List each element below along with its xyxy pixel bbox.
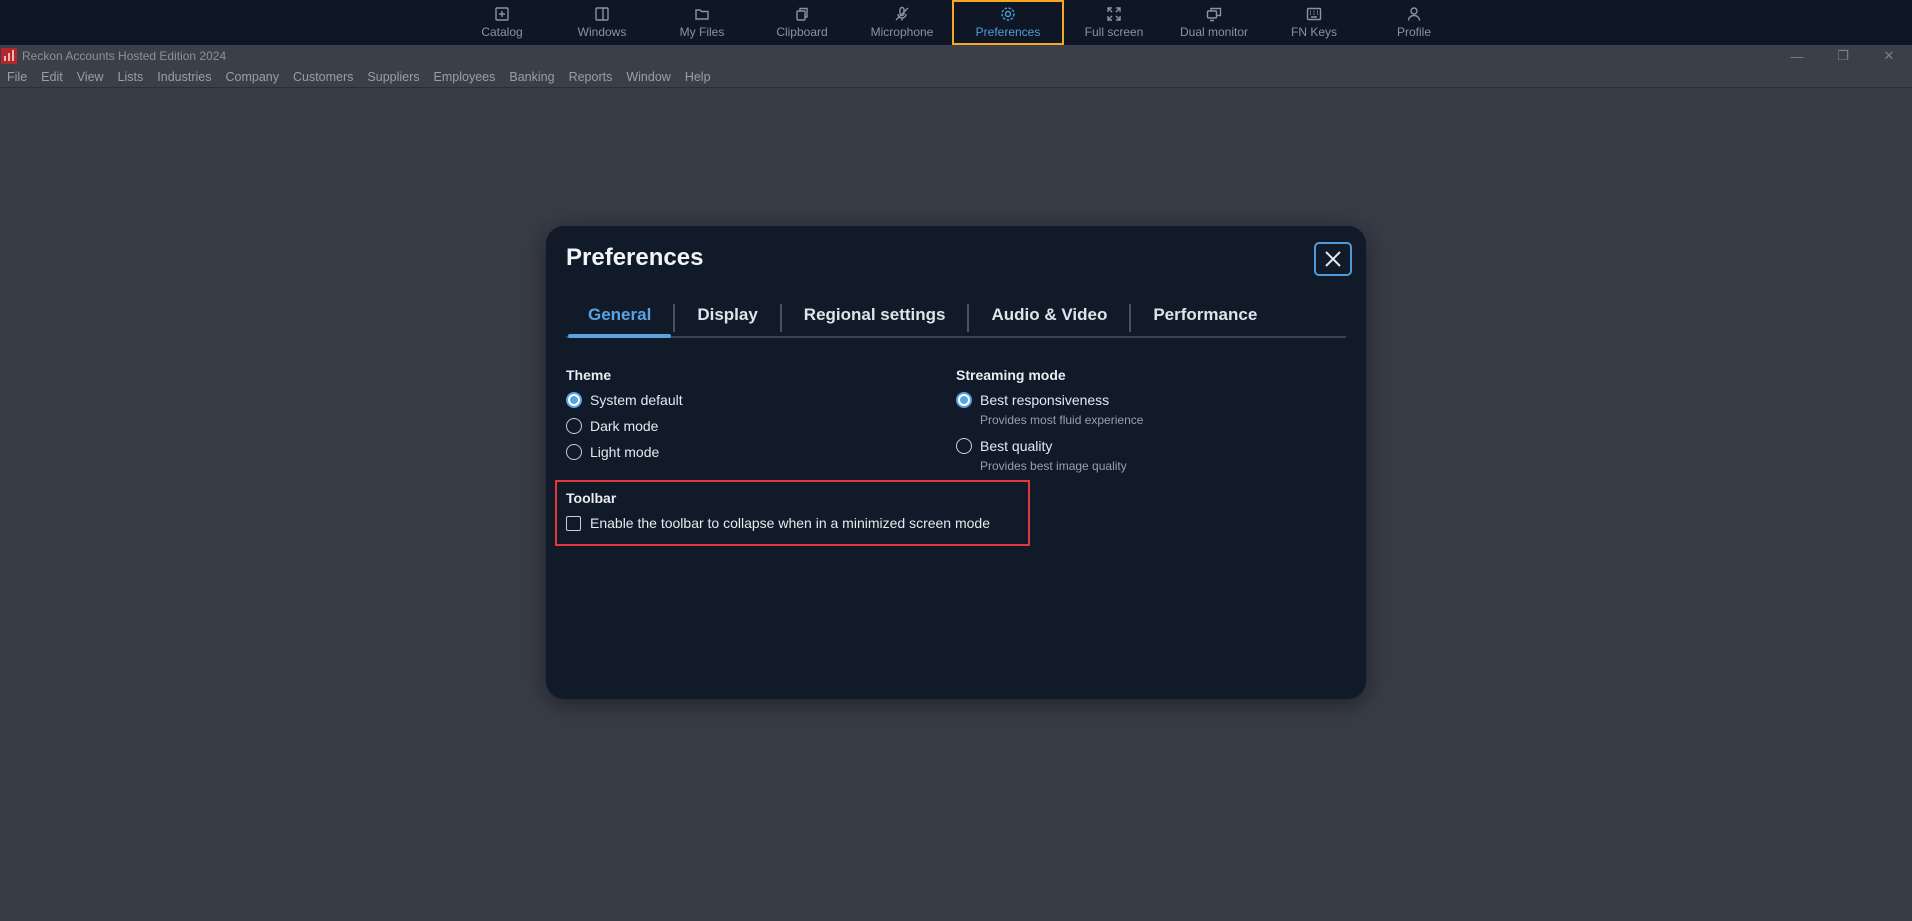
toolbar-item-label: Windows: [577, 25, 627, 39]
toolbar-item-label: Profile: [1396, 25, 1431, 39]
streaming-best-quality-radio[interactable]: Best quality: [956, 438, 1052, 454]
close-window-button[interactable]: ✕: [1866, 45, 1912, 67]
preferences-tabs: General Display Regional settings Audio …: [566, 302, 1346, 338]
toolbar-fnkeys-button[interactable]: FN Keys: [1264, 0, 1364, 45]
radio-label: System default: [590, 392, 683, 408]
menu-edit[interactable]: Edit: [34, 70, 70, 84]
theme-system-default-radio[interactable]: System default: [566, 392, 683, 408]
catalog-icon: [495, 7, 509, 21]
toolbar-fullscreen-button[interactable]: Full screen: [1064, 0, 1164, 45]
menu-suppliers[interactable]: Suppliers: [360, 70, 426, 84]
restore-button[interactable]: ❐: [1820, 45, 1866, 67]
streaming-toolbar: Catalog Windows My Files Clipboard Micro…: [0, 0, 1912, 45]
app-title: Reckon Accounts Hosted Edition 2024: [22, 49, 227, 63]
toolbar-item-label: FN Keys: [1290, 25, 1337, 39]
windows-icon: [595, 7, 609, 21]
toolbar-dualmonitor-button[interactable]: Dual monitor: [1164, 0, 1264, 45]
reckon-logo-icon: [1, 48, 17, 64]
toolbar-collapse-checkbox-row[interactable]: Enable the toolbar to collapse when in a…: [566, 515, 990, 531]
clipboard-icon: [796, 7, 808, 21]
preferences-dialog: Preferences General Display Regional set…: [546, 226, 1366, 699]
toolbar-windows-button[interactable]: Windows: [552, 0, 652, 45]
menu-customers[interactable]: Customers: [286, 70, 360, 84]
fullscreen-icon: [1107, 7, 1121, 21]
menu-bar: File Edit View Lists Industries Company …: [0, 67, 1912, 88]
menu-view[interactable]: View: [70, 70, 111, 84]
menu-company[interactable]: Company: [218, 70, 286, 84]
menu-employees[interactable]: Employees: [427, 70, 503, 84]
toolbar-item-label: My Files: [679, 25, 725, 39]
radio-button[interactable]: [566, 418, 582, 434]
toolbar-clipboard-button[interactable]: Clipboard: [752, 0, 852, 45]
keyboard-icon: [1306, 7, 1322, 21]
streaming-best-responsiveness-radio[interactable]: Best responsiveness: [956, 392, 1109, 408]
window-controls: — ❐ ✕: [1774, 45, 1912, 67]
menu-reports[interactable]: Reports: [562, 70, 620, 84]
radio-button[interactable]: [566, 444, 582, 460]
menu-industries[interactable]: Industries: [150, 70, 218, 84]
streaming-hint: Provides most fluid experience: [980, 413, 1144, 427]
menu-banking[interactable]: Banking: [502, 70, 561, 84]
app-titlebar: Reckon Accounts Hosted Edition 2024 — ❐ …: [0, 45, 1912, 67]
toolbar-item-label: Microphone: [870, 25, 934, 39]
theme-dark-mode-radio[interactable]: Dark mode: [566, 418, 658, 434]
radio-button[interactable]: [566, 392, 582, 408]
gear-icon: [1001, 7, 1015, 21]
dual-monitor-icon: [1206, 7, 1222, 22]
toolbar-section-label: Toolbar: [566, 490, 617, 506]
toolbar-collapse-checkbox[interactable]: [566, 515, 581, 531]
tab-performance[interactable]: Performance: [1131, 302, 1279, 336]
folder-icon: [695, 9, 709, 20]
theme-light-mode-radio[interactable]: Light mode: [566, 444, 659, 460]
toolbar-item-label: Dual monitor: [1179, 25, 1249, 39]
radio-label: Dark mode: [590, 418, 659, 434]
radio-button[interactable]: [956, 438, 972, 454]
user-icon: [1407, 7, 1421, 21]
theme-label: Theme: [566, 367, 612, 383]
tab-audio-video[interactable]: Audio & Video: [969, 302, 1129, 336]
toolbar-catalog-button[interactable]: Catalog: [452, 0, 552, 45]
toolbar-item-label: Catalog: [481, 25, 523, 39]
tab-display[interactable]: Display: [675, 302, 779, 336]
radio-label: Best responsiveness: [980, 392, 1110, 408]
toolbar-microphone-button[interactable]: Microphone: [852, 0, 952, 45]
close-icon: [1325, 251, 1341, 267]
microphone-off-icon: [895, 6, 909, 21]
dialog-title: Preferences: [566, 244, 704, 271]
toolbar-preferences-button[interactable]: Preferences: [952, 0, 1064, 45]
radio-label: Light mode: [590, 444, 660, 460]
menu-help[interactable]: Help: [678, 70, 718, 84]
tab-general[interactable]: General: [566, 302, 673, 338]
menu-file[interactable]: File: [0, 70, 34, 84]
annotation-highlight-box: [555, 480, 1030, 546]
toolbar-item-label: Preferences: [975, 25, 1041, 39]
dialog-close-button[interactable]: [1314, 242, 1352, 276]
minimize-button[interactable]: —: [1774, 45, 1820, 67]
checkbox-label: Enable the toolbar to collapse when in a…: [590, 515, 991, 531]
menu-lists[interactable]: Lists: [111, 70, 151, 84]
tab-regional-settings[interactable]: Regional settings: [782, 302, 968, 336]
streaming-hint: Provides best image quality: [980, 459, 1127, 473]
toolbar-item-label: Clipboard: [776, 25, 828, 39]
streaming-mode-label: Streaming mode: [956, 367, 1066, 383]
radio-label: Best quality: [980, 438, 1053, 454]
menu-window[interactable]: Window: [619, 70, 677, 84]
toolbar-item-label: Full screen: [1084, 25, 1144, 39]
toolbar-myfiles-button[interactable]: My Files: [652, 0, 752, 45]
toolbar-profile-button[interactable]: Profile: [1364, 0, 1464, 45]
radio-button[interactable]: [956, 392, 972, 408]
